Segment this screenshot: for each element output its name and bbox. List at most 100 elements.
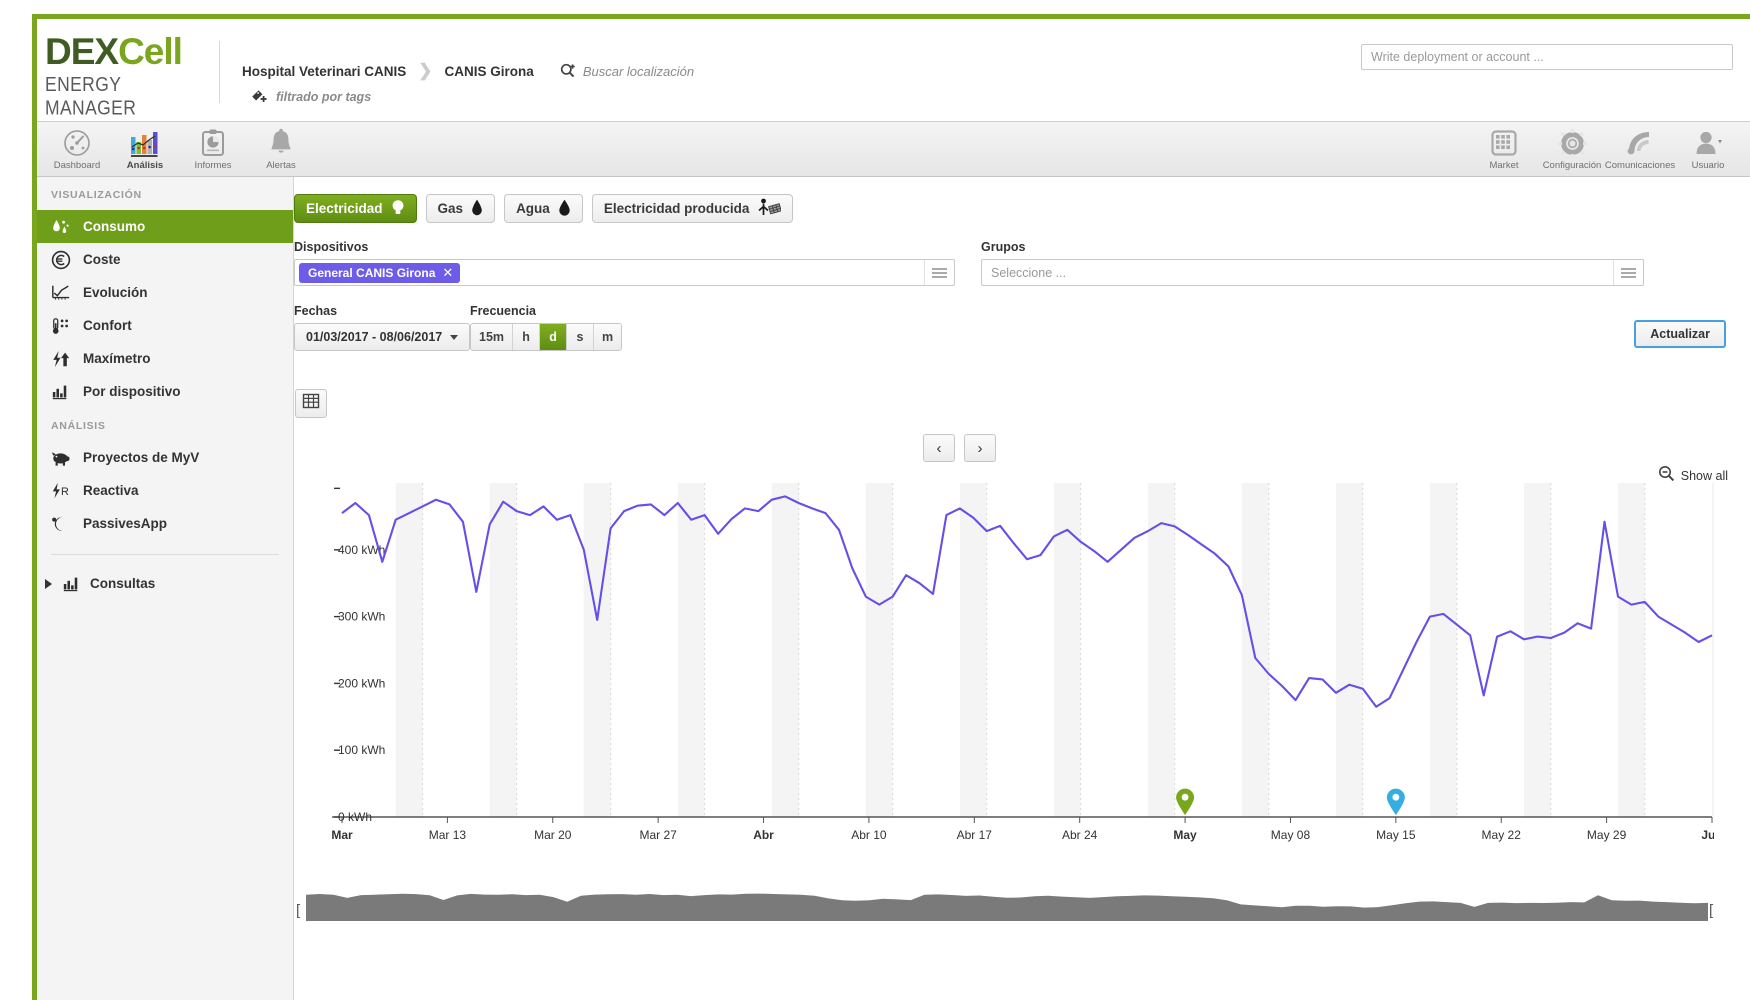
bell-icon — [268, 128, 294, 158]
svg-text:May 15: May 15 — [1376, 828, 1416, 842]
svg-text:Mar 27: Mar 27 — [639, 828, 677, 842]
tab-gas[interactable]: Gas — [425, 194, 496, 223]
svg-text:[: [ — [1709, 902, 1714, 919]
tab-agua[interactable]: Agua — [504, 194, 583, 223]
nav-item-analisis[interactable]: Análisis — [111, 124, 179, 171]
grid-view-toggle[interactable] — [295, 389, 327, 418]
groups-label: Grupos — [981, 240, 1026, 254]
account-search-input[interactable]: Write deployment or account ... — [1361, 44, 1733, 70]
chart-pager: ‹ › — [923, 434, 996, 462]
consumption-chart-svg[interactable]: 0 kWh100 kWh200 kWh300 kWh400 kWhMar Mar … — [294, 477, 1714, 877]
energy-type-tabs: Electricidad Gas Agua Electricidad produ… — [294, 194, 794, 223]
sidebar-item-maximetro[interactable]: Maxímetro — [37, 342, 293, 375]
tag-filter[interactable]: filtrado por tags — [251, 89, 371, 104]
nav-item-dashboard[interactable]: Dashboard — [43, 124, 111, 171]
sidebar-item-coste[interactable]: Coste — [37, 243, 293, 276]
sidebar-item-evolucion[interactable]: Evolución — [37, 276, 293, 309]
breadcrumb-item-account[interactable]: Hospital Veterinari CANIS — [242, 64, 406, 79]
dates-label: Fechas — [294, 304, 338, 318]
chevron-down-icon — [450, 334, 459, 340]
date-range-picker[interactable]: 01/03/2017 - 08/06/2017 — [294, 323, 471, 351]
close-icon[interactable]: ✕ — [442, 265, 453, 281]
sidebar-item-consumo[interactable]: Consumo — [37, 210, 293, 243]
next-period-button[interactable]: › — [964, 434, 996, 462]
frequency-option-d[interactable]: d — [540, 324, 568, 350]
frequency-label: Frecuencia — [470, 304, 537, 318]
sidebar-item-por-dispositivo[interactable]: Por dispositivo — [37, 375, 293, 408]
sidebar-item-confort[interactable]: Confort — [37, 309, 293, 342]
range-selector-svg[interactable]: [[ — [294, 877, 1714, 927]
nav-label-usuario: Usuario — [1691, 160, 1725, 171]
update-button[interactable]: Actualizar — [1634, 320, 1726, 348]
groups-select[interactable]: Seleccione ... — [981, 259, 1644, 286]
devices-label: Dispositivos — [294, 240, 369, 254]
nav-label-market: Market — [1489, 160, 1519, 171]
nav-item-market[interactable]: Market — [1470, 124, 1538, 171]
nav-label-analisis: Análisis — [126, 160, 164, 171]
clipboard-report-icon — [200, 128, 226, 158]
device-chip-general-canis-girona[interactable]: General CANIS Girona ✕ — [299, 262, 461, 283]
svg-text:[: [ — [296, 902, 301, 919]
sidebar-section-analisis: ANÁLISIS — [51, 420, 106, 432]
sidebar-item-consultas[interactable]: Consultas — [37, 567, 293, 600]
tab-label-gas: Gas — [437, 201, 464, 216]
devices-select-handle[interactable] — [924, 260, 954, 285]
svg-text:Abr 24: Abr 24 — [1062, 828, 1098, 842]
tag-filter-label: filtrado por tags — [276, 89, 372, 104]
reactive-power-icon: R — [51, 481, 71, 500]
sidebar-section-visualizacion: VISUALIZACIÓN — [51, 189, 142, 201]
lightbulb-icon — [391, 199, 405, 219]
water-drop-icon — [558, 199, 571, 219]
tab-electricidad-producida[interactable]: Electricidad producida — [591, 194, 794, 223]
chart-map-pin-marker[interactable] — [1176, 788, 1195, 815]
svg-text:Abr 17: Abr 17 — [957, 828, 993, 842]
nav-item-configuracion[interactable]: Configuración — [1538, 124, 1606, 171]
sidebar-label-proyectos-myv: Proyectos de MyV — [83, 450, 200, 465]
gear-icon — [1557, 128, 1587, 158]
sidebar-label-confort: Confort — [83, 318, 132, 333]
frequency-option-m[interactable]: m — [594, 324, 622, 350]
sidebar-label-reactiva: Reactiva — [83, 483, 139, 498]
frequency-option-s[interactable]: s — [567, 324, 595, 350]
groups-select-handle[interactable] — [1613, 260, 1643, 285]
consumption-chart[interactable]: 0 kWh 100 kWh 200 kWh 300 kWh 400 kWh Mar Mar … — [294, 477, 1750, 877]
nav-item-informes[interactable]: Informes — [179, 124, 247, 171]
breadcrumb: Hospital Veterinari CANIS ❯ CANIS Girona… — [242, 61, 694, 81]
thermometer-icon — [51, 316, 71, 336]
gauge-icon — [62, 128, 92, 158]
tag-plus-icon — [251, 89, 268, 104]
sidebar-item-proyectos-myv[interactable]: Proyectos de MyV — [37, 441, 293, 474]
svg-text:Mar: Mar — [331, 828, 353, 842]
grid-icon — [1490, 128, 1518, 158]
app-logo[interactable]: DEXCell ENERGY MANAGER — [45, 31, 205, 120]
nav-item-comunicaciones[interactable]: Comunicaciones — [1605, 124, 1675, 171]
trend-icon — [51, 284, 71, 302]
icon-nav-right-group: Market Configuración Comunicaciones Usua… — [1470, 124, 1742, 171]
chart-range-selector[interactable]: [[ — [294, 877, 1750, 937]
search-plus-icon — [560, 63, 576, 79]
svg-text:May 29: May 29 — [1587, 828, 1627, 842]
chart-map-pin-marker[interactable] — [1386, 788, 1405, 815]
sidebar-label-passivesapp: PassivesApp — [83, 516, 168, 531]
nav-item-alertas[interactable]: Alertas — [247, 124, 315, 171]
tab-label-electricidad-producida: Electricidad producida — [603, 201, 750, 216]
frequency-option-h[interactable]: h — [513, 324, 541, 350]
app-header: DEXCell ENERGY MANAGER Hospital Veterina… — [37, 19, 1750, 122]
svg-text:Abr: Abr — [753, 828, 774, 842]
left-sidebar: VISUALIZACIÓN Consumo Coste Evolución Co… — [37, 177, 294, 1000]
tab-electricidad[interactable]: Electricidad — [294, 194, 417, 223]
breadcrumb-item-location[interactable]: CANIS Girona — [445, 64, 534, 79]
sidebar-item-reactiva[interactable]: R Reactiva — [37, 474, 293, 507]
nav-item-usuario[interactable]: Usuario — [1674, 124, 1742, 171]
devices-select[interactable]: General CANIS Girona ✕ — [294, 259, 955, 286]
nav-label-dashboard: Dashboard — [53, 160, 101, 171]
frequency-option-15m[interactable]: 15m — [471, 324, 514, 350]
search-location-button[interactable]: Buscar localización — [560, 63, 694, 79]
prev-period-button[interactable]: ‹ — [923, 434, 955, 462]
search-location-label: Buscar localización — [582, 63, 695, 79]
svg-text:May 22: May 22 — [1482, 828, 1522, 842]
logo-divider — [219, 41, 220, 103]
logo-text-cell: Cell — [118, 31, 183, 72]
svg-text:Jun: Jun — [1701, 828, 1714, 842]
sidebar-item-passivesapp[interactable]: PassivesApp — [37, 507, 293, 540]
